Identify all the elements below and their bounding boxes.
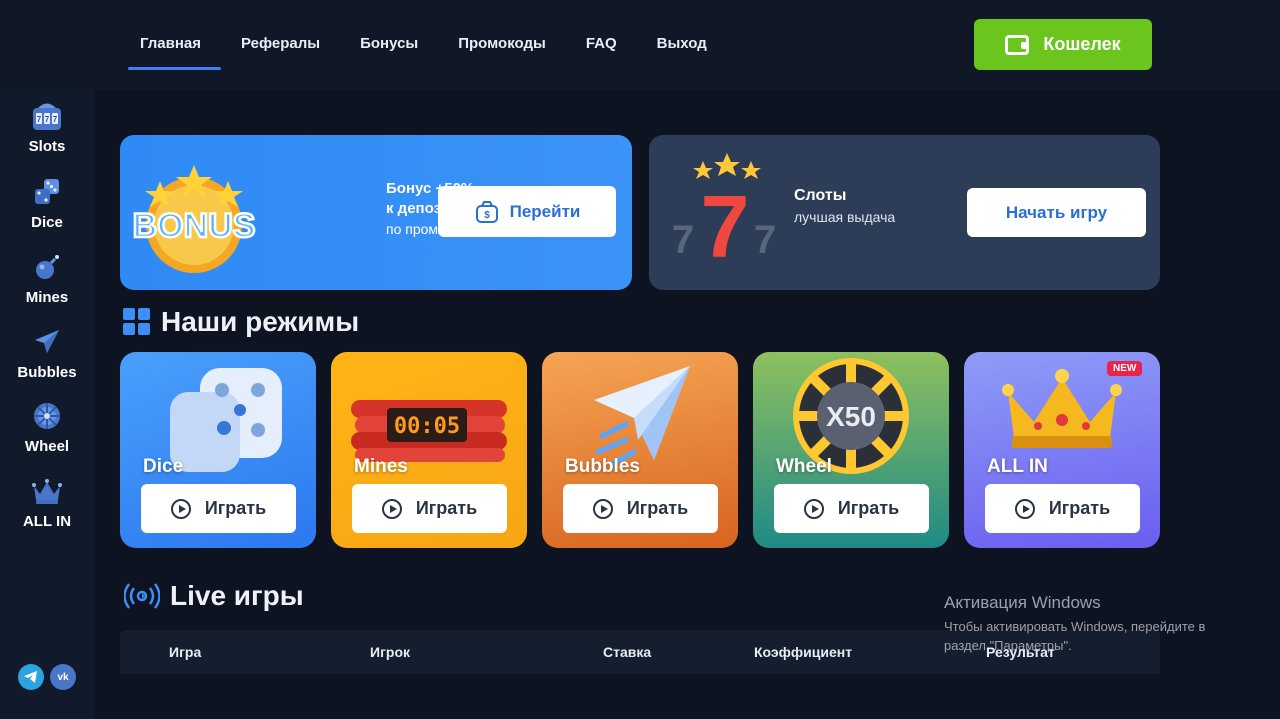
- svg-text:7: 7: [672, 218, 694, 262]
- svg-text:7: 7: [754, 218, 776, 262]
- svg-text:7: 7: [45, 115, 50, 124]
- mode-card-title: ALL IN: [987, 456, 1048, 477]
- mode-card-title: Bubbles: [565, 456, 640, 477]
- watermark-text: Чтобы активировать Windows, перейдите в …: [944, 619, 1206, 653]
- sidebar-item-bubbles[interactable]: Bubbles: [0, 324, 94, 390]
- column-header-bet: Ставка: [603, 644, 652, 660]
- column-header-coefficient: Коэффициент: [754, 644, 853, 660]
- play-label: Играть: [1048, 498, 1111, 518]
- play-icon: [381, 498, 402, 519]
- nav-item-home[interactable]: Главная: [128, 0, 222, 90]
- lucky-sevens-illustration: 7 7 7: [672, 153, 776, 276]
- plane-icon: [29, 324, 65, 360]
- svg-text:X50: X50: [826, 401, 876, 432]
- slots-text: Слоты лучшая выдача: [794, 187, 895, 225]
- mode-card-allin[interactable]: NEW ALL IN Играть: [964, 352, 1160, 548]
- bomb-icon: [29, 249, 65, 285]
- bonus-go-button[interactable]: $ Перейти: [438, 186, 616, 237]
- telegram-icon[interactable]: [18, 664, 44, 690]
- sidebar-item-dice[interactable]: Dice: [0, 174, 94, 240]
- slots-title: Слоты: [794, 187, 847, 204]
- windows-activation-watermark: Активация Windows Чтобы активировать Win…: [944, 593, 1244, 655]
- sidebar-item-wheel[interactable]: Wheel: [0, 398, 94, 464]
- mode-card-title: Wheel: [776, 456, 832, 477]
- sidebar: 7 7 7 Slots Dice Mines Bubbles Wheel ALL…: [0, 90, 94, 719]
- start-game-button[interactable]: Начать игру: [967, 188, 1146, 237]
- wallet-icon: [1005, 34, 1030, 55]
- mode-card-dice[interactable]: Dice Играть: [120, 352, 316, 548]
- sidebar-item-label: ALL IN: [22, 513, 72, 530]
- main-nav: Главная Рефералы Бонусы Промокоды FAQ Вы…: [128, 0, 735, 90]
- svg-text:7: 7: [37, 115, 42, 124]
- watermark-title: Активация Windows: [944, 593, 1101, 612]
- play-icon: [170, 498, 191, 519]
- slots-banner: 7 7 7 Слоты лучшая выдача Начать игру: [649, 135, 1160, 290]
- new-badge: NEW: [1107, 361, 1143, 376]
- nav-item-logout[interactable]: Выход: [645, 0, 727, 90]
- mode-card-wheel[interactable]: X50 Wheel Играть: [753, 352, 949, 548]
- sidebar-item-label: Mines: [25, 289, 69, 306]
- live-title: Live игры: [170, 580, 304, 611]
- mode-card-bubbles[interactable]: Bubbles Играть: [542, 352, 738, 548]
- svg-text:7: 7: [701, 177, 750, 276]
- sidebar-item-label: Slots: [28, 138, 66, 155]
- play-button[interactable]: Играть: [774, 484, 929, 533]
- wallet-button[interactable]: Кошелек: [974, 19, 1152, 70]
- play-label: Играть: [837, 498, 900, 518]
- bonus-go-label: Перейти: [509, 201, 581, 221]
- nav-item-bonuses[interactable]: Бонусы: [348, 0, 438, 90]
- money-bag-icon: $: [475, 200, 498, 223]
- wheel-icon: [29, 398, 65, 434]
- mode-card-title: Mines: [354, 456, 408, 477]
- play-label: Играть: [415, 498, 478, 518]
- top-bar: Главная Рефералы Бонусы Промокоды FAQ Вы…: [0, 0, 1280, 90]
- modes-heading: Наши режимы: [123, 306, 359, 338]
- bonus-banner: BONUS Бонус +50% к депозиту! по промокод…: [120, 135, 632, 290]
- svg-text:$: $: [484, 210, 490, 221]
- live-heading: Live игры: [124, 580, 304, 612]
- sidebar-item-mines[interactable]: Mines: [0, 249, 94, 315]
- play-icon: [592, 498, 613, 519]
- mode-card-title: Dice: [143, 456, 184, 477]
- crown-icon: [29, 473, 65, 509]
- dice-icon: [29, 174, 65, 210]
- play-button[interactable]: Играть: [352, 484, 507, 533]
- nav-item-referrals[interactable]: Рефералы: [229, 0, 340, 90]
- broadcast-icon: [124, 583, 160, 609]
- play-icon: [803, 498, 824, 519]
- bonus-illustration: BONUS: [131, 165, 257, 273]
- column-header-player: Игрок: [370, 644, 411, 660]
- nav-item-promocodes[interactable]: Промокоды: [446, 0, 566, 90]
- play-label: Играть: [204, 498, 267, 518]
- play-button[interactable]: Играть: [563, 484, 718, 533]
- play-button[interactable]: Играть: [141, 484, 296, 533]
- mode-card-mines[interactable]: 00:05 Mines Играть: [331, 352, 527, 548]
- modes-title: Наши режимы: [161, 306, 360, 337]
- nav-item-faq[interactable]: FAQ: [574, 0, 637, 90]
- grid-icon: [123, 308, 150, 335]
- vk-icon[interactable]: vk: [50, 664, 76, 690]
- play-button[interactable]: Играть: [985, 484, 1140, 533]
- svg-text:7: 7: [53, 115, 58, 124]
- slots-subtitle: лучшая выдача: [794, 209, 896, 225]
- sidebar-item-label: Wheel: [24, 438, 70, 455]
- column-header-game: Игра: [169, 644, 202, 660]
- sidebar-item-allin[interactable]: ALL IN: [0, 473, 94, 539]
- play-label: Играть: [626, 498, 689, 518]
- sidebar-item-slots[interactable]: 7 7 7 Slots: [0, 98, 94, 164]
- svg-text:BONUS: BONUS: [133, 207, 256, 245]
- play-icon: [1014, 498, 1035, 519]
- wallet-label: Кошелек: [1043, 34, 1121, 54]
- start-game-label: Начать игру: [1005, 202, 1108, 222]
- sidebar-item-label: Dice: [31, 214, 63, 231]
- slot-machine-icon: 7 7 7: [29, 98, 65, 134]
- sidebar-item-label: Bubbles: [17, 364, 77, 381]
- svg-text:00:05: 00:05: [394, 414, 460, 439]
